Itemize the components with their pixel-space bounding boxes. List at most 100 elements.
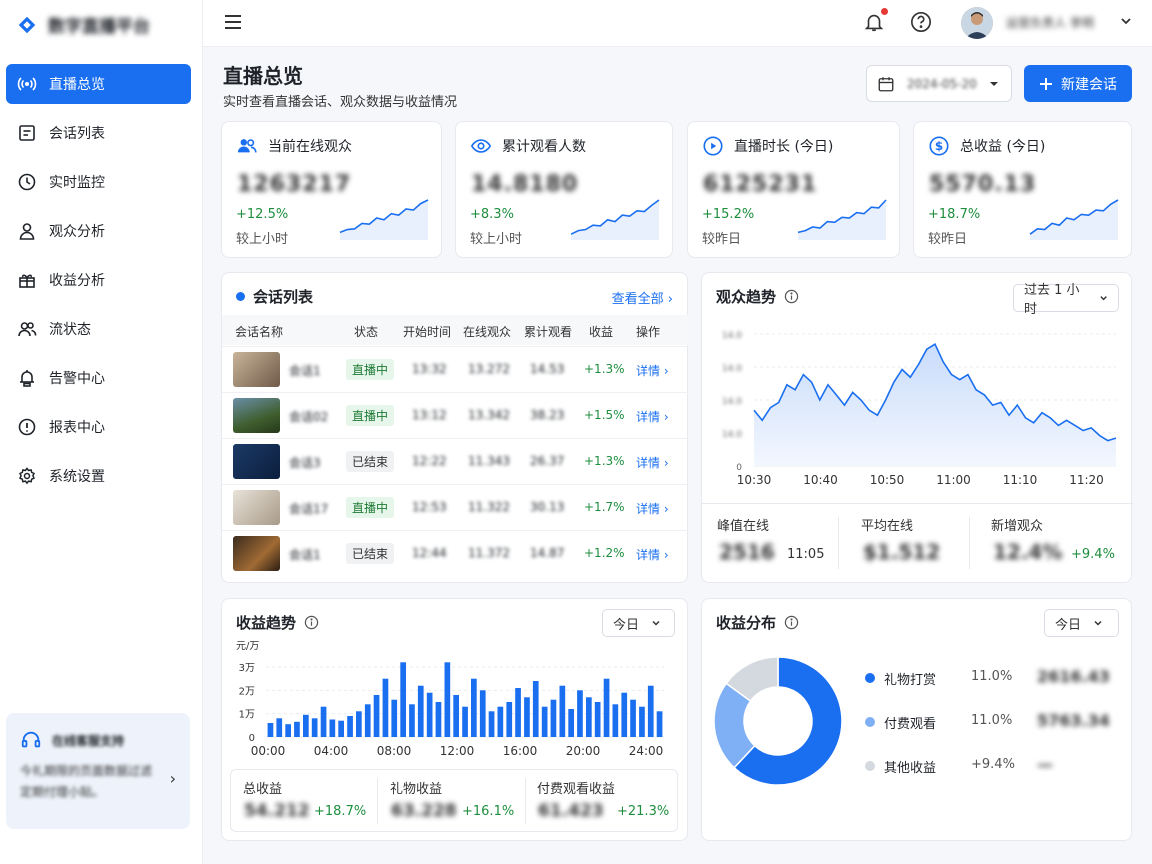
- view-all-link[interactable]: 查看全部 ›: [612, 288, 673, 307]
- total-revenue-label: 总收益: [243, 782, 283, 797]
- bar: [356, 711, 362, 737]
- detail-link[interactable]: 详情 ›: [636, 500, 669, 517]
- help-icon[interactable]: [910, 11, 932, 33]
- column-header: 状态: [354, 325, 379, 339]
- y-tick-label: 14.0: [722, 331, 742, 341]
- user-name[interactable]: 运营负责人 李明: [1006, 14, 1094, 31]
- info-icon[interactable]: [784, 289, 799, 304]
- bar: [285, 724, 291, 737]
- legend-dot: [865, 717, 875, 727]
- table-row[interactable]: 会话3 已结束 12:22 11.343 26.37 +1.3% 详情 ›: [222, 438, 688, 484]
- sidebar-item-8[interactable]: 系统设置: [6, 456, 191, 496]
- date-picker[interactable]: 2024-05-20: [866, 65, 1012, 102]
- bar: [391, 699, 398, 737]
- sparkline-area: [571, 200, 659, 240]
- detail-link[interactable]: 详情 ›: [636, 408, 669, 425]
- detail-link[interactable]: 详情 ›: [636, 362, 669, 379]
- info-icon[interactable]: [784, 615, 799, 630]
- session-thumbnail: [233, 490, 280, 525]
- revenue-change: +1.3%: [584, 454, 625, 468]
- app-logo[interactable]: 数字直播平台: [16, 12, 150, 37]
- x-tick-label: 16:00: [503, 744, 538, 758]
- total-views: 38.23: [530, 408, 565, 422]
- online-count: 13.342: [468, 408, 510, 422]
- audience-title: 观众趋势: [716, 288, 777, 306]
- sidebar-item-4[interactable]: 收益分析: [6, 260, 191, 300]
- revenue-change: +1.7%: [584, 500, 625, 514]
- table-row[interactable]: 会话17 直播中 12:53 11.322 30.13 +1.7% 详情 ›: [222, 484, 688, 530]
- sidebar-item-6[interactable]: 告警中心: [6, 358, 191, 398]
- audience-trend-card: 观众趋势 过去 1 小时 0 14.0 14.0 14.0 14.0 10:30 10:40…: [701, 272, 1133, 583]
- sidebar-item-0[interactable]: 直播总览: [6, 64, 191, 104]
- peak-time: 11:05: [787, 547, 825, 562]
- bar: [303, 714, 309, 737]
- legend-label: 付费观看: [884, 717, 937, 732]
- revenue-range-select[interactable]: 今日: [602, 609, 675, 637]
- svg-text:$: $: [935, 139, 943, 153]
- bar: [568, 709, 574, 737]
- legend-percent: 11.0%: [971, 669, 1013, 684]
- bar: [329, 719, 336, 737]
- distribution-range-select[interactable]: 今日: [1044, 609, 1119, 637]
- bar: [267, 723, 274, 737]
- kpi-value: 14.8180: [471, 172, 579, 197]
- menu-icon[interactable]: [223, 12, 243, 32]
- sidebar-item-label: 流状态: [49, 322, 91, 338]
- headset-icon: [21, 731, 41, 748]
- topbar: 运营负责人 李明: [203, 0, 1152, 47]
- bar: [541, 706, 548, 737]
- bar: [612, 704, 619, 737]
- bar: [417, 685, 424, 737]
- kpi-card-0: 当前在线观众 1263217 +12.5% 较上小时: [221, 121, 442, 258]
- kpi-compare: 较昨日: [702, 232, 742, 247]
- avatar[interactable]: [961, 7, 993, 39]
- dollar-icon: $: [929, 136, 949, 156]
- table-row[interactable]: 会话1 已结束 12:44 11.372 14.87 +1.2% 详情 ›: [222, 530, 688, 576]
- support-card[interactable]: 在线客服支持 今礼期限的页面数据过滤定期付理小贴。 ›: [6, 713, 190, 829]
- chevron-right-icon[interactable]: ›: [170, 769, 176, 788]
- detail-link[interactable]: 详情 ›: [636, 454, 669, 471]
- report-icon: [18, 418, 36, 436]
- x-tick-label: 10:30: [737, 473, 772, 487]
- online-count: 11.343: [468, 454, 510, 468]
- sidebar-item-label: 会话列表: [49, 126, 105, 142]
- session-list-title: 会话列表: [253, 288, 314, 306]
- new-audience-value: 12.4%: [993, 540, 1063, 564]
- session-thumbnail: [233, 444, 280, 479]
- bar: [409, 704, 415, 737]
- peak-value: 2516: [719, 540, 775, 564]
- legend-item: 其他收益 +9.4% —: [865, 755, 1125, 777]
- bar: [294, 721, 300, 737]
- new-session-button[interactable]: 新建会话: [1024, 65, 1132, 102]
- y-tick-label: 3万: [239, 663, 255, 674]
- column-header: 操作: [636, 325, 661, 339]
- info-icon[interactable]: [304, 615, 319, 630]
- bar: [488, 711, 495, 737]
- table-row[interactable]: 会话02 直播中 13:12 13.342 38.23 +1.5% 详情 ›: [222, 392, 688, 438]
- session-name: 会话3: [289, 456, 321, 470]
- sidebar-item-7[interactable]: 报表中心: [6, 407, 191, 447]
- table-row[interactable]: 会话1 直播中 13:32 13.272 14.53 +1.3% 详情 ›: [222, 346, 688, 392]
- bar: [471, 678, 477, 737]
- area-fill: [754, 344, 1116, 466]
- detail-link[interactable]: 详情 ›: [636, 546, 669, 563]
- session-name: 会话1: [289, 364, 321, 378]
- bar: [453, 695, 459, 737]
- sidebar-item-3[interactable]: 观众分析: [6, 211, 191, 251]
- sidebar-item-5[interactable]: 流状态: [6, 309, 191, 349]
- kpi-sparkline: [797, 199, 887, 240]
- status-badge: 已结束: [346, 543, 395, 564]
- calendar-icon: [878, 76, 894, 91]
- sidebar-item-2[interactable]: 实时监控: [6, 162, 191, 202]
- x-tick-label: 11:00: [936, 473, 971, 487]
- column-header: 收益: [589, 325, 614, 339]
- sidebar-item-1[interactable]: 会话列表: [6, 113, 191, 153]
- gift-revenue-label: 礼物收益: [390, 782, 443, 797]
- table-header: 会话名称 状态 开始时间 在线观众 累计观看 收益 操作: [222, 315, 688, 345]
- support-text: 今礼期限的页面数据过滤定期付理小贴。: [20, 764, 153, 799]
- audience-range-select[interactable]: 过去 1 小时: [1013, 283, 1119, 317]
- chevron-down-icon[interactable]: [1119, 14, 1133, 28]
- revenue-donut-chart: [713, 656, 843, 786]
- paid-revenue-change: +21.3%: [617, 804, 670, 819]
- bar: [594, 702, 601, 737]
